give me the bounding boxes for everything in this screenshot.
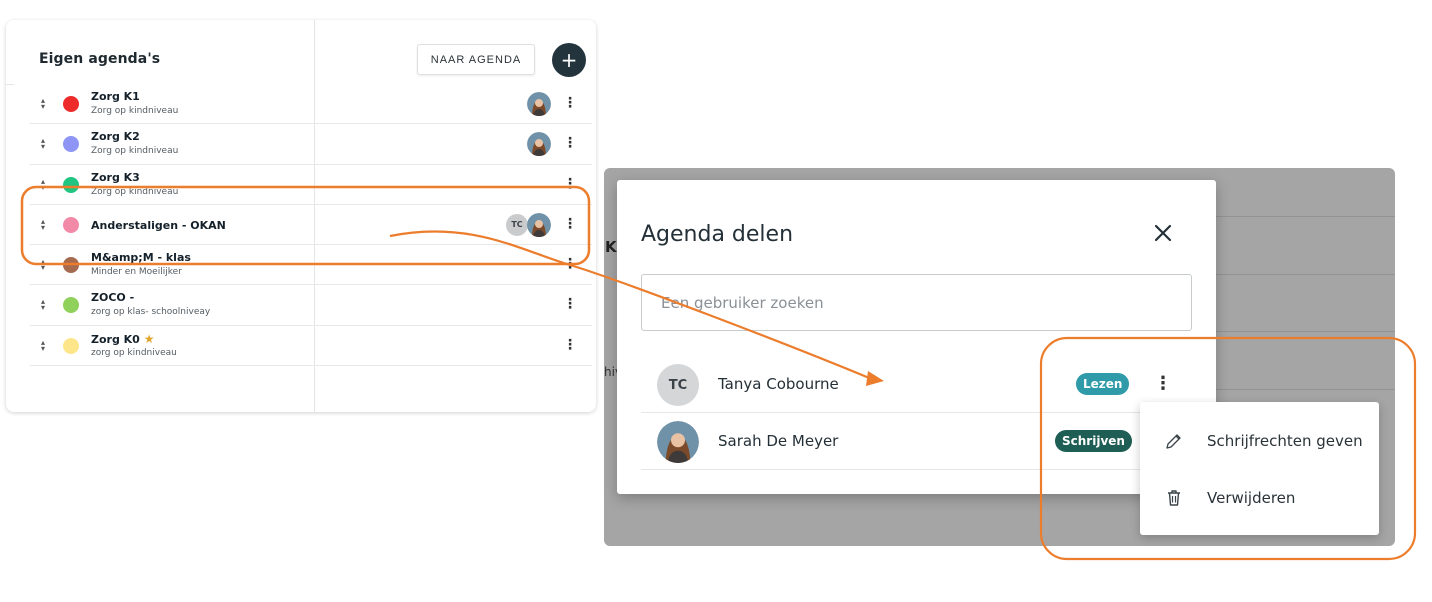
user-row-sarah: Sarah De Meyer Schrijven	[641, 413, 1200, 470]
role-badge-lezen[interactable]: Lezen	[1076, 373, 1130, 395]
agenda-subtitle: zorg op kindniveau	[91, 347, 177, 358]
close-icon[interactable]	[1152, 222, 1174, 244]
user-search-input[interactable]	[641, 274, 1192, 331]
agenda-color-dot	[63, 337, 79, 354]
agenda-subtitle: Zorg op kindniveau	[91, 106, 179, 116]
agenda-subtitle: zorg op klas- schoolniveay	[91, 307, 211, 318]
panel-title: Eigen agenda's	[39, 51, 161, 67]
user-row-tanya: TC Tanya Cobourne Lezen	[641, 356, 1200, 413]
agenda-name: Zorg K2	[91, 130, 140, 144]
agenda-row-mm-klas[interactable]: ▴ ▾ M&amp;M - klas Minder en Moeilijker ⋮	[30, 245, 592, 286]
agenda-name: Zorg K3	[91, 170, 140, 184]
agenda-more-icon[interactable]: ⋮	[563, 136, 577, 150]
pencil-icon	[1164, 431, 1184, 451]
agenda-more-icon[interactable]: ⋮	[563, 177, 577, 191]
drag-handle-icon[interactable]: ▴ ▾	[39, 97, 47, 111]
user-name: Tanya Cobourne	[718, 375, 839, 393]
agenda-list: ▴ ▾ Zorg K1 Zorg op kindniveau ⋮ ▴ ▾ Zorg …	[30, 84, 592, 367]
agenda-color-dot	[63, 176, 79, 193]
background-divider	[1216, 274, 1395, 275]
role-badge-schrijven[interactable]: Schrijven	[1055, 430, 1132, 452]
agenda-more-icon[interactable]: ⋮	[563, 257, 577, 271]
drag-handle-icon[interactable]: ▴ ▾	[39, 137, 47, 151]
user-more-icon[interactable]: ⋮	[1154, 375, 1172, 393]
agenda-row-zorg-k0[interactable]: ▴ ▾ Zorg K0 ★ zorg op kindniveau ⋮	[30, 326, 592, 367]
menu-item-verwijderen[interactable]: Verwijderen	[1140, 474, 1379, 524]
user-name: Sarah De Meyer	[718, 432, 839, 450]
agenda-more-icon[interactable]: ⋮	[563, 96, 577, 110]
agenda-row-zorg-k3[interactable]: ▴ ▾ Zorg K3 Zorg op kindniveau ⋮	[30, 165, 592, 205]
drag-handle-icon[interactable]: ▴ ▾	[39, 258, 47, 272]
drag-handle-icon[interactable]: ▴ ▾	[39, 177, 47, 191]
shared-user-avatar	[527, 212, 551, 237]
menu-item-label: Verwijderen	[1207, 489, 1296, 507]
background-divider	[1216, 216, 1395, 217]
agenda-row-zorg-k2[interactable]: ▴ ▾ Zorg K2 Zorg op kindniveau ⋮	[30, 124, 592, 165]
add-agenda-button[interactable]: +	[552, 43, 586, 77]
shared-user-avatar	[527, 92, 551, 116]
user-avatar-initials: TC	[657, 364, 699, 406]
dialog-title: Agenda delen	[641, 222, 794, 247]
agenda-subtitle: Zorg op kindniveau	[91, 186, 179, 197]
trash-icon	[1164, 488, 1184, 508]
agenda-color-dot	[63, 96, 79, 112]
agenda-more-icon[interactable]: ⋮	[563, 297, 577, 311]
agenda-row-zorg-k1[interactable]: ▴ ▾ Zorg K1 Zorg op kindniveau ⋮	[30, 84, 592, 125]
drag-handle-icon[interactable]: ▴ ▾	[39, 338, 47, 352]
agenda-name: Anderstaligen - OKAN	[91, 218, 226, 232]
shared-user-initials: TC	[505, 212, 529, 237]
agenda-name: M&amp;M - klas	[91, 251, 191, 265]
naar-agenda-button[interactable]: NAAR AGENDA	[417, 44, 535, 75]
background-heading: K	[605, 238, 617, 256]
panel-edge-line	[6, 84, 14, 85]
drag-handle-icon[interactable]: ▴ ▾	[39, 217, 47, 231]
agenda-name: Zorg K1	[91, 90, 140, 103]
agenda-color-dot	[63, 297, 79, 314]
menu-item-label: Schrijfrechten geven	[1207, 432, 1363, 450]
drag-handle-icon[interactable]: ▴ ▾	[39, 298, 47, 312]
shared-user-avatar	[527, 132, 551, 157]
agenda-subtitle: Minder en Moeilijker	[91, 267, 182, 278]
agenda-row-anderstaligen[interactable]: ▴ ▾ Anderstaligen - OKAN TC ⋮	[30, 205, 592, 246]
agenda-more-icon[interactable]: ⋮	[563, 217, 577, 231]
agenda-name: ZOCO -	[91, 291, 135, 305]
background-divider	[1216, 389, 1395, 390]
agenda-color-dot	[63, 257, 79, 274]
user-avatar	[657, 421, 699, 463]
menu-item-schrijfrechten-geven[interactable]: Schrijfrechten geven	[1140, 417, 1379, 467]
agenda-subtitle: Zorg op kindniveau	[91, 146, 179, 157]
agenda-row-zoco[interactable]: ▴ ▾ ZOCO - zorg op klas- schoolniveay ⋮	[30, 285, 592, 326]
agenda-color-dot	[63, 216, 79, 233]
agenda-more-icon[interactable]: ⋮	[563, 338, 577, 352]
star-icon: ★	[143, 331, 155, 346]
agenda-name: Zorg K0 ★	[91, 331, 155, 346]
agenda-color-dot	[63, 136, 79, 153]
plus-icon: +	[560, 48, 578, 72]
background-divider	[1216, 331, 1395, 332]
